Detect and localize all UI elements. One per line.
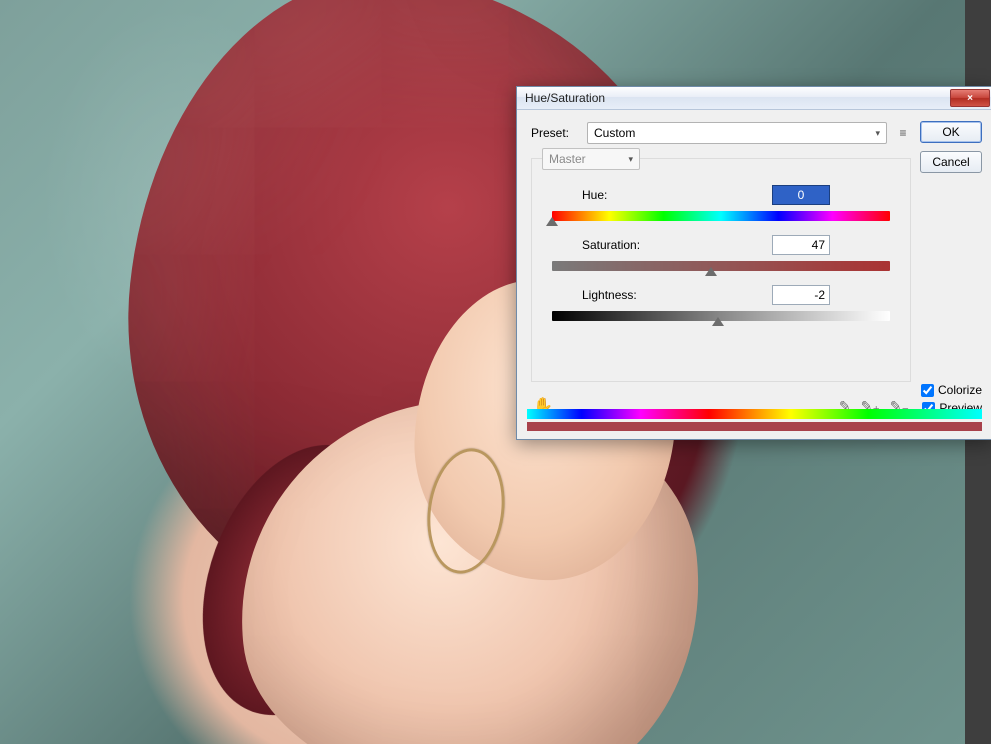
cancel-label: Cancel xyxy=(932,155,969,169)
hue-row: Hue: 0 xyxy=(546,185,896,221)
hue-label: Hue: xyxy=(546,188,694,202)
close-icon: × xyxy=(967,93,973,104)
chevron-down-icon: ▾ xyxy=(875,128,880,139)
chevron-down-icon: ▾ xyxy=(628,154,633,165)
dialog-titlebar[interactable]: Hue/Saturation × xyxy=(517,87,991,110)
colorize-label: Colorize xyxy=(938,383,982,397)
hue-thumb[interactable] xyxy=(546,217,558,226)
preset-menu-icon[interactable]: ≡ xyxy=(895,126,911,140)
saturation-thumb[interactable] xyxy=(705,267,717,276)
lightness-slider[interactable] xyxy=(552,311,890,321)
adjustment-group: Master ▾ Hue: 0 Saturation: 47 xyxy=(531,158,911,382)
channel-select[interactable]: Master ▾ xyxy=(542,148,640,170)
hue-slider[interactable] xyxy=(552,211,890,221)
spectrum-bar-input xyxy=(527,409,982,419)
lightness-row: Lightness: -2 xyxy=(546,285,896,321)
preset-value: Custom xyxy=(594,126,635,140)
ok-label: OK xyxy=(942,125,959,139)
preset-label: Preset: xyxy=(531,126,579,140)
channel-label: Master xyxy=(549,152,586,166)
close-button[interactable]: × xyxy=(950,89,990,107)
dialog-body: Preset: Custom ▾ ≡ Master ▾ Hue: 0 xyxy=(517,110,923,424)
hue-saturation-dialog: Hue/Saturation × Preset: Custom ▾ ≡ Mast… xyxy=(516,86,991,440)
colorize-checkbox[interactable] xyxy=(921,384,934,397)
dialog-title: Hue/Saturation xyxy=(525,91,950,105)
saturation-row: Saturation: 47 xyxy=(546,235,896,271)
cancel-button[interactable]: Cancel xyxy=(920,151,982,173)
dialog-button-column: OK Cancel xyxy=(920,121,982,173)
ok-button[interactable]: OK xyxy=(920,121,982,143)
colorize-checkbox-row[interactable]: Colorize xyxy=(921,383,982,397)
preset-row: Preset: Custom ▾ ≡ xyxy=(531,122,911,144)
spectrum-bar-output xyxy=(527,422,982,432)
hue-input[interactable]: 0 xyxy=(772,185,830,205)
lightness-input[interactable]: -2 xyxy=(772,285,830,305)
lightness-thumb[interactable] xyxy=(712,317,724,326)
saturation-slider[interactable] xyxy=(552,261,890,271)
spectrum-preview xyxy=(527,409,982,431)
saturation-input[interactable]: 47 xyxy=(772,235,830,255)
lightness-label: Lightness: xyxy=(546,288,694,302)
saturation-label: Saturation: xyxy=(546,238,694,252)
preset-select[interactable]: Custom ▾ xyxy=(587,122,887,144)
